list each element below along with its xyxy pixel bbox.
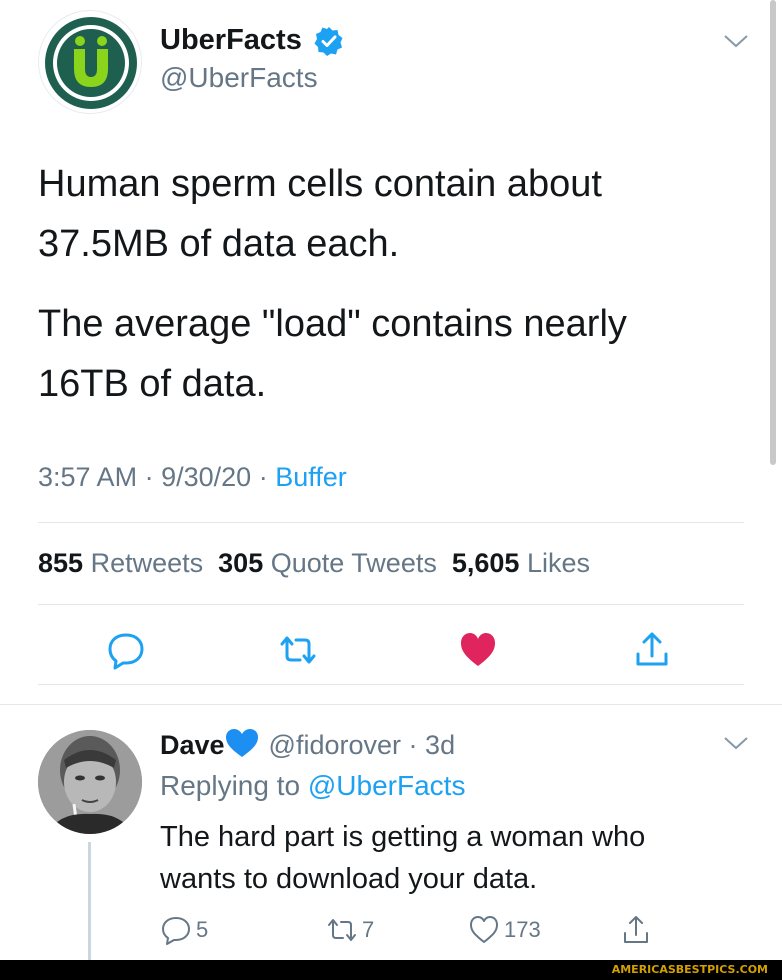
tweet-date[interactable]: 9/30/20: [161, 462, 251, 492]
tweet-source[interactable]: Buffer: [275, 462, 347, 492]
author-name[interactable]: UberFacts: [160, 24, 302, 57]
chevron-down-icon[interactable]: [722, 32, 750, 50]
tweet-text-line: 16TB of data.: [38, 363, 267, 405]
retweets-label: Retweets: [90, 548, 204, 578]
reply-text-line: The hard part is getting a woman who: [160, 821, 646, 853]
reply-like-count: 173: [504, 917, 541, 942]
tweet-timestamp: 3:57 AM · 9/30/20 · Buffer: [38, 462, 347, 493]
reply-reply-count: 5: [196, 917, 209, 942]
scrollbar[interactable]: [770, 0, 776, 465]
chevron-down-icon[interactable]: [722, 734, 750, 752]
divider: [38, 604, 744, 605]
reply-icon[interactable]: [106, 630, 146, 670]
tweet-text-line: Human sperm cells contain about: [38, 163, 602, 205]
reply-retweet-button[interactable]: 7: [326, 912, 374, 948]
reply-like-button[interactable]: 173: [468, 912, 541, 948]
blue-heart-icon: [225, 728, 259, 765]
reply-retweet-count: 7: [362, 917, 375, 942]
reply-author-name[interactable]: Dave: [160, 730, 225, 760]
reply-age: 3d: [425, 730, 456, 760]
thread-line: [88, 842, 91, 960]
divider: [38, 684, 744, 685]
reply-author-handle[interactable]: @fidorover: [269, 730, 401, 760]
tweet-text-line: The average "load" contains nearly: [38, 303, 627, 345]
separator: ·: [408, 730, 418, 760]
reply-share-button[interactable]: [620, 912, 656, 948]
reply-text: The hard part is getting a woman who wan…: [160, 816, 645, 900]
retweet-icon[interactable]: [278, 630, 318, 670]
author-handle[interactable]: @UberFacts: [160, 62, 318, 94]
author-avatar[interactable]: [38, 10, 142, 114]
share-icon[interactable]: [632, 630, 672, 670]
likes-label: Likes: [526, 548, 590, 578]
reply-text-line: wants to download your data.: [160, 863, 538, 895]
divider: [38, 522, 744, 523]
quote-tweets-stat[interactable]: 305 Quote Tweets: [218, 548, 437, 578]
reply-reply-button[interactable]: 5: [160, 912, 208, 948]
reply-author-avatar[interactable]: [38, 730, 142, 834]
verified-badge-icon: [314, 26, 344, 56]
separator: ·: [258, 462, 268, 492]
reply-icon: [162, 917, 190, 945]
replying-handle-link[interactable]: @UberFacts: [308, 770, 466, 801]
tweet-stats: 855 Retweets 305 Quote Tweets 5,605 Like…: [38, 548, 590, 579]
replying-to: Replying to @UberFacts: [160, 770, 465, 802]
likes-count: 5,605: [451, 548, 520, 578]
watermark-bar: AMERICASBESTPICS.COM: [0, 960, 782, 980]
reply-header: Dave @fidorover · 3d: [160, 728, 455, 765]
watermark-text: AMERICASBESTPICS.COM: [611, 963, 768, 976]
retweets-count: 855: [38, 548, 84, 578]
retweet-icon: [328, 919, 356, 941]
heart-icon: [470, 916, 498, 943]
heart-filled-icon[interactable]: [458, 630, 498, 670]
share-icon: [624, 916, 648, 943]
tweet-text-line: 37.5MB of data each.: [38, 223, 400, 265]
tweet-time[interactable]: 3:57 AM: [38, 462, 137, 492]
quote-label: Quote Tweets: [270, 548, 437, 578]
section-separator: [0, 704, 782, 705]
separator: ·: [144, 462, 154, 492]
likes-stat[interactable]: 5,605 Likes: [452, 548, 590, 578]
quote-count: 305: [218, 548, 264, 578]
replying-label: Replying to: [160, 770, 301, 801]
retweets-stat[interactable]: 855 Retweets: [38, 548, 203, 578]
